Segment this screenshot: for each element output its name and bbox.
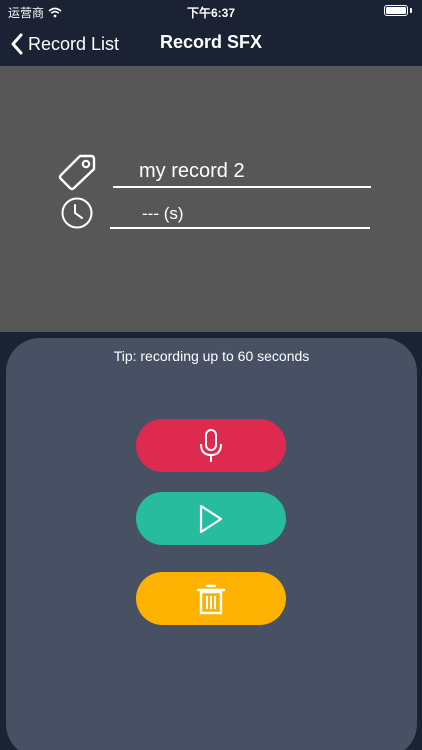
record-duration: --- (s) <box>110 200 370 229</box>
back-button[interactable]: Record List <box>10 30 119 58</box>
battery-icon <box>384 5 408 16</box>
play-icon <box>199 504 223 533</box>
back-button-label: Record List <box>28 33 120 54</box>
record-button[interactable] <box>136 419 286 472</box>
tip-text: Tip: recording up to 60 seconds <box>113 348 310 364</box>
record-info-panel: --- (s) <box>0 66 422 332</box>
navigation-bar: Record List Record SFX <box>0 22 422 66</box>
battery-level <box>386 7 406 14</box>
battery-tip <box>410 8 412 13</box>
tag-icon <box>58 154 96 191</box>
chevron-left-icon <box>11 33 23 55</box>
record-name-input[interactable] <box>113 156 371 188</box>
trash-icon <box>196 584 226 614</box>
control-panel: Tip: recording up to 60 seconds <box>6 338 417 750</box>
play-button[interactable] <box>136 492 286 545</box>
delete-button[interactable] <box>136 572 286 625</box>
microphone-icon <box>200 428 222 462</box>
status-time: 下午6:37 <box>186 6 236 20</box>
status-bar: 运营商 下午6:37 <box>0 0 422 22</box>
clock-icon <box>61 197 93 229</box>
